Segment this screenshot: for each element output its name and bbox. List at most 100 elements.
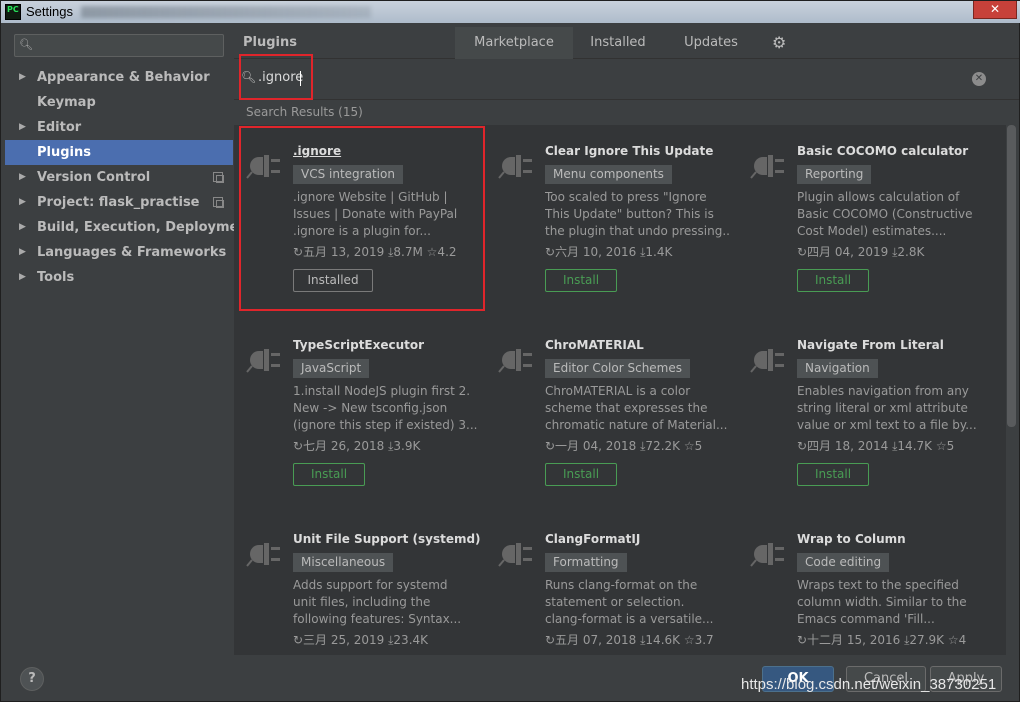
plugin-icon (750, 155, 784, 179)
expand-arrow-icon[interactable]: ▶ (19, 240, 26, 265)
watermark-url: https://blog.csdn.net/weixin_38730251 (741, 676, 997, 693)
copy-icon (213, 197, 224, 208)
sidebar-item-label: Keymap (37, 95, 96, 110)
window-title: Settings (26, 4, 73, 19)
plugin-card[interactable]: ClangFormatIJ Formatting Runs clang-form… (486, 513, 726, 655)
plugin-card[interactable]: Wrap to Column Code editing Wraps text t… (738, 513, 978, 655)
sidebar-item-plugins[interactable]: Plugins (5, 140, 233, 165)
expand-arrow-icon[interactable]: ▶ (19, 115, 26, 140)
install-button[interactable]: Install (797, 463, 869, 486)
results-header: Search Results (15) (234, 101, 1019, 125)
plugin-icon (246, 349, 280, 373)
tab-updates[interactable]: Updates (663, 27, 759, 59)
expand-arrow-icon[interactable]: ▶ (19, 265, 26, 290)
sidebar-item-version-control[interactable]: ▶ Version Control (5, 165, 233, 190)
expand-arrow-icon[interactable]: ▶ (19, 65, 26, 90)
plugin-description: 1.install NodeJS plugin first 2. New -> N… (293, 384, 477, 432)
plugin-icon (498, 349, 532, 373)
plugin-card[interactable]: Navigate From Literal Navigation Enables… (738, 319, 978, 499)
results-count: Search Results (15) (246, 105, 363, 119)
sidebar-item-label: Version Control (37, 170, 151, 185)
close-button[interactable]: ✕ (973, 1, 1017, 19)
sidebar-item-label: Build, Execution, Deployment (37, 220, 254, 235)
plugin-name[interactable]: Clear Ignore This Update (545, 144, 713, 158)
blurred-title-region (81, 6, 371, 18)
sidebar-item-editor[interactable]: ▶ Editor (5, 115, 233, 140)
plugin-description: Runs clang-format on the statement or sel… (545, 578, 714, 626)
plugin-category: Reporting (797, 165, 872, 184)
plugin-name[interactable]: TypeScriptExecutor (293, 338, 424, 352)
help-button[interactable]: ? (20, 667, 44, 691)
tab-marketplace[interactable]: Marketplace (455, 27, 573, 59)
sidebar-item-label: Appearance & Behavior (37, 70, 210, 85)
sidebar-item-languages[interactable]: ▶ Languages & Frameworks (5, 240, 233, 265)
sidebar-item-label: Tools (37, 270, 75, 285)
plugin-meta: ↻十二月 15, 2016 ⤓27.9K ☆4 (797, 633, 967, 647)
sidebar-item-appearance[interactable]: ▶ Appearance & Behavior (5, 65, 233, 90)
plugin-description: Too scaled to press "Ignore This Update" … (545, 190, 729, 238)
search-icon: 🔍︎ (19, 38, 33, 51)
plugin-name[interactable]: Wrap to Column (797, 532, 906, 546)
tab-installed[interactable]: Installed (573, 27, 663, 59)
plugin-card[interactable]: Basic COCOMO calculator Reporting Plugin… (738, 125, 978, 305)
plugin-description: ChroMATERIAL is a color scheme that expre… (545, 384, 728, 432)
plugin-meta: ↻四月 18, 2014 ⤓14.7K ☆5 (797, 439, 955, 453)
install-button[interactable]: Install (545, 463, 617, 486)
plugin-description: Wraps text to the specified column width.… (797, 578, 967, 626)
plugin-category: JavaScript (293, 359, 370, 378)
plugin-category: Menu components (545, 165, 672, 184)
settings-window: PC Settings ✕ 🔍︎ ▶ Appearance & Behavior … (0, 0, 1020, 702)
page-title: Plugins (243, 35, 297, 50)
sidebar-item-label: Editor (37, 120, 82, 135)
plugin-card[interactable]: TypeScriptExecutor JavaScript 1.install … (234, 319, 477, 499)
expand-arrow-icon[interactable]: ▶ (19, 215, 26, 240)
title-bar: PC Settings ✕ (1, 1, 1020, 23)
plugin-name[interactable]: Unit File Support (systemd) (293, 532, 481, 546)
sidebar-item-project[interactable]: ▶ Project: flask_practise (5, 190, 233, 215)
plugin-description: Plugin allows calculation of Basic COCOMO… (797, 190, 973, 238)
plugin-icon (498, 155, 532, 179)
plugin-category: Code editing (797, 553, 890, 572)
plugin-name[interactable]: Navigate From Literal (797, 338, 944, 352)
plugin-meta: ↻三月 25, 2019 ⤓23.4K (293, 633, 429, 647)
annotation-highlight-search (239, 54, 313, 100)
plugin-category: Miscellaneous (293, 553, 394, 572)
plugin-icon (750, 543, 784, 567)
plugin-description: Adds support for systemd unit files, incl… (293, 578, 462, 626)
plugin-meta: ↻七月 26, 2018 ⤓3.9K (293, 439, 421, 453)
sidebar-item-tools[interactable]: ▶ Tools (5, 265, 233, 290)
gear-icon[interactable]: ⚙ (772, 33, 786, 52)
sidebar-item-build[interactable]: ▶ Build, Execution, Deployment (5, 215, 254, 240)
clear-search-icon[interactable]: ✕ (972, 72, 986, 86)
install-button[interactable]: Install (797, 269, 869, 292)
plugin-icon (246, 543, 280, 567)
sidebar-item-keymap[interactable]: Keymap (5, 90, 233, 115)
plugin-meta: ↻四月 04, 2019 ⤓2.8K (797, 245, 925, 259)
sidebar-item-label: Languages & Frameworks (37, 245, 227, 260)
plugin-description: Enables navigation from any string litera… (797, 384, 977, 432)
app-logo: PC (5, 4, 21, 20)
expand-arrow-icon[interactable]: ▶ (19, 165, 26, 190)
plugin-name[interactable]: ChroMATERIAL (545, 338, 644, 352)
results-scrollbar[interactable] (1007, 125, 1016, 427)
plugin-card[interactable]: Unit File Support (systemd) Miscellaneou… (234, 513, 481, 655)
plugin-name[interactable]: ClangFormatIJ (545, 532, 640, 546)
plugin-category: Navigation (797, 359, 878, 378)
sidebar-item-label: Project: flask_practise (37, 195, 200, 210)
install-button[interactable]: Install (545, 269, 617, 292)
plugin-search-bar[interactable]: 🔍︎ .ignore ✕ (234, 60, 1019, 100)
install-button[interactable]: Install (293, 463, 365, 486)
plugin-card[interactable]: ChroMATERIAL Editor Color Schemes ChroMA… (486, 319, 728, 499)
dialog-footer: ? OK Cancel Apply https://blog.csdn.net/… (5, 655, 1019, 701)
plugin-name[interactable]: Basic COCOMO calculator (797, 144, 968, 158)
plugin-icon (498, 543, 532, 567)
sidebar-item-label: Plugins (37, 145, 91, 160)
sidebar-search-input[interactable]: 🔍︎ (14, 34, 224, 57)
plugin-meta: ↻五月 07, 2018 ⤓14.6K ☆3.7 (545, 633, 714, 647)
plugins-panel: Plugins Marketplace Installed Updates ⚙ … (234, 27, 1019, 655)
plugin-card[interactable]: Clear Ignore This Update Menu components… (486, 125, 729, 305)
expand-arrow-icon[interactable]: ▶ (19, 190, 26, 215)
plugins-header: Plugins Marketplace Installed Updates ⚙ (234, 27, 1019, 59)
plugin-category: Editor Color Schemes (545, 359, 690, 378)
plugin-icon (750, 349, 784, 373)
